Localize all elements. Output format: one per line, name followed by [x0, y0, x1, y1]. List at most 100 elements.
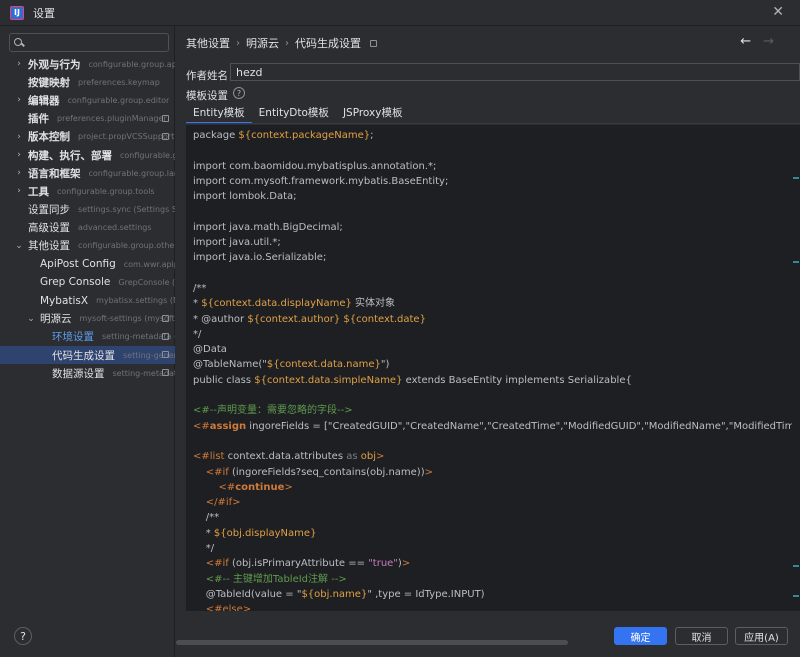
chevron-right-icon[interactable]: › [14, 186, 24, 196]
code-token: as [346, 451, 358, 463]
sidebar-item[interactable]: 高级设置 advanced.settings [0, 219, 175, 237]
sidebar-item-label: 外观与行为 [28, 58, 81, 71]
code-token: */ [193, 328, 202, 340]
chevron-right-icon[interactable]: › [14, 132, 24, 142]
code-token: ${obj.displayName} [213, 527, 317, 539]
code-token: ") [380, 359, 390, 371]
search-box[interactable] [9, 33, 169, 52]
code-line: * ${context.data.displayName} 实体对象 [193, 296, 800, 311]
breadcrumb: 其他设置 › 明源云 › 代码生成设置 [186, 35, 377, 51]
help-circle-icon[interactable]: ? [233, 87, 245, 99]
code-line: * ${obj.displayName} [193, 526, 800, 541]
forward-arrow-icon[interactable]: → [763, 34, 774, 49]
code-line: import com.mysoft.framework.mybatis.Base… [193, 174, 800, 189]
sidebar-item[interactable]: Grep Console GrepConsole (Grep [0, 273, 175, 291]
code-token: ${context.data.name} [266, 359, 381, 371]
sidebar-item-id: preferences.pluginManager [57, 114, 167, 124]
chevron-right-icon[interactable]: › [14, 150, 24, 160]
code-token: import lombok.Data; [193, 191, 297, 203]
search-input[interactable] [27, 36, 157, 49]
sidebar-item[interactable]: 环境设置 setting-metadata ( [0, 328, 175, 346]
tab-entitydto[interactable]: EntityDto模板 [252, 103, 336, 123]
tab-jsproxy[interactable]: JSProxy模板 [336, 103, 410, 123]
code-line: @TableId(value = "${obj.name}" ,type = I… [193, 587, 800, 602]
breadcrumb-separator-icon: › [236, 37, 240, 49]
sidebar-item[interactable]: › 外观与行为 configurable.group.appea [0, 55, 175, 73]
breadcrumb-item-other[interactable]: 其他设置 [186, 35, 230, 51]
code-token: ${context.author} [247, 313, 341, 325]
cancel-button[interactable]: 取消 [675, 627, 728, 645]
code-line: <#-- 主键增加TableId注解 --> [193, 572, 800, 587]
back-arrow-icon[interactable]: ← [740, 34, 751, 49]
tab-entity[interactable]: Entity模板 [186, 103, 252, 124]
sidebar-item[interactable]: 按键映射 preferences.keymap [0, 73, 175, 91]
code-token: ; [370, 130, 374, 141]
code-token: <#--声明变量：需要忽略的字段--> [193, 405, 353, 417]
author-input[interactable] [230, 63, 800, 81]
sidebar-item-label: 高级设置 [28, 222, 70, 235]
code-token: * [193, 298, 202, 310]
code-token: ${obj.name} [301, 588, 368, 600]
sidebar-item-label: 编辑器 [28, 94, 60, 107]
chevron-right-icon[interactable]: › [14, 59, 24, 69]
sidebar-item[interactable]: 数据源设置 setting-metadat [0, 364, 175, 382]
sidebar-item-id: advanced.settings [78, 223, 152, 233]
code-token: <# [193, 420, 210, 432]
sidebar-item[interactable]: 插件 preferences.pluginManager [0, 110, 175, 128]
apply-button[interactable]: 应用(A) [735, 627, 788, 645]
sidebar-item[interactable]: ApiPost Config com.wwr.apipost [0, 255, 175, 273]
sidebar-item[interactable]: ⌄ 明源云 mysoft-settings (mysoft [0, 310, 175, 328]
code-token: ${context.packageName} [238, 130, 371, 141]
code-token: 实体对象 [351, 298, 396, 310]
template-tabs: Entity模板 EntityDto模板 JSProxy模板 [186, 103, 410, 124]
sidebar-item-id: mysoft-settings (mysoft [79, 314, 175, 324]
sidebar-item-label: 代码生成设置 [52, 349, 115, 362]
sidebar-item[interactable]: 设置同步 settings.sync (Settings Sync [0, 201, 175, 219]
code-token: <# [218, 481, 236, 493]
chevron-down-icon[interactable]: ⌄ [14, 241, 24, 251]
chevron-down-icon[interactable]: ⌄ [26, 314, 36, 324]
code-line: <#assign ingoreFields = ["CreatedGUID","… [193, 419, 800, 434]
sidebar-item[interactable]: › 语言和框架 configurable.group.langu [0, 164, 175, 182]
code-line: <#if (obj.isPrimaryAttribute == "true")> [193, 556, 800, 571]
sidebar-item-id: configurable.group.appea [88, 59, 176, 69]
breadcrumb-item-mingyuanyun[interactable]: 明源云 [246, 35, 279, 51]
sidebar-item[interactable]: › 版本控制 project.propVCSSupport. [0, 128, 175, 146]
code-line: package ${context.packageName}; [193, 128, 800, 143]
sidebar-item-label: 构建、执行、部署 [28, 149, 112, 162]
code-token: @Data [193, 344, 227, 356]
close-icon[interactable]: ✕ [772, 4, 784, 20]
code-token: > [401, 558, 411, 570]
template-code-editor[interactable]: package ${context.packageName}; import co… [186, 125, 800, 611]
code-token: <#if [205, 558, 229, 570]
code-line: import com.baomidou.mybatisplus.annotati… [193, 159, 800, 174]
sidebar-item[interactable]: › 编辑器 configurable.group.editor [0, 91, 175, 109]
code-token: (obj.isPrimaryAttribute == [228, 558, 369, 570]
window-title: 设置 [33, 6, 55, 20]
code-token: <#if [205, 466, 229, 478]
sidebar-item[interactable]: › 构建、执行、部署 configurable.group [0, 146, 175, 164]
sidebar-item[interactable]: 代码生成设置 setting-gener [0, 346, 175, 365]
sidebar-item[interactable]: ⌄ 其他设置 configurable.group.other [0, 237, 175, 255]
sidebar-item-label: 明源云 [40, 313, 72, 326]
gutter-mark [793, 565, 799, 567]
tab-divider [186, 123, 800, 124]
project-scope-icon [162, 351, 169, 358]
dialog-footer: 确定 取消 应用(A) [176, 626, 800, 657]
gutter-mark [793, 177, 799, 179]
sidebar-item[interactable]: › 工具 configurable.group.tools [0, 182, 175, 200]
help-button[interactable]: ? [14, 627, 32, 645]
code-token: " ,type = IdType.INPUT) [367, 588, 485, 600]
project-scope-icon [162, 114, 169, 122]
ok-button[interactable]: 确定 [614, 627, 667, 645]
chevron-right-icon[interactable]: › [14, 95, 24, 105]
code-token: * @author [193, 313, 248, 325]
sidebar-item-id: GrepConsole (Grep [118, 277, 175, 287]
code-token: ${context.date} [343, 313, 426, 325]
chevron-right-icon[interactable]: › [14, 168, 24, 178]
sidebar-item[interactable]: MybatisX mybatisx.settings (MyBa [0, 291, 175, 309]
